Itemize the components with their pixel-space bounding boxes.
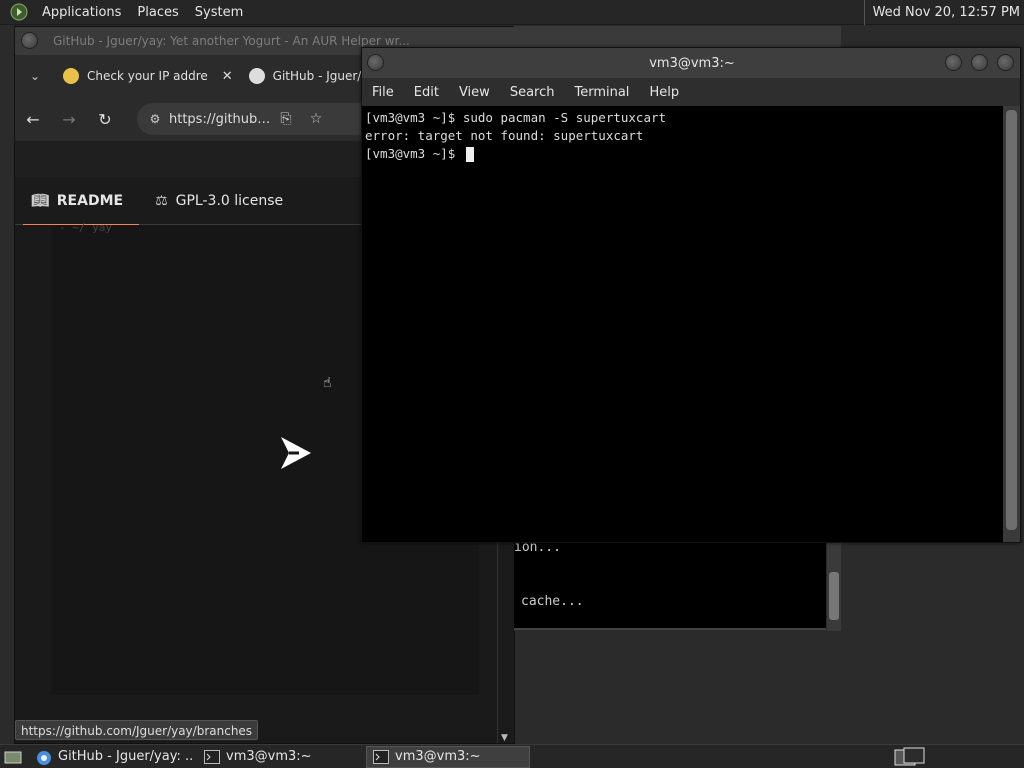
menu-help[interactable]: Help [639,85,689,100]
back-icon[interactable]: ← [15,110,51,129]
chromium-icon [36,750,52,765]
terminal-screen[interactable]: [vm3@vm3 ~]$ sudo pacman -S supertuxcart… [362,106,1005,542]
distro-logo-icon[interactable] [9,2,29,22]
workspace-switcher-icon[interactable] [894,747,926,767]
tab-search-chevron-icon[interactable]: ⌄ [15,69,55,83]
terminal-menubar: File Edit View Search Terminal Help [362,78,1020,106]
system-menu[interactable]: System [187,0,251,25]
terminal-back-line: cache... [521,594,584,609]
window-controls [945,54,1014,71]
terminal-prompt-line: [vm3@vm3 ~]$ [365,145,1002,163]
applications-menu[interactable]: Applications [34,0,129,25]
minimize-button[interactable] [945,54,962,71]
tab-readme[interactable]: 📖︎ README [15,177,140,226]
terminal-line: error: target not found: supertuxcart [365,128,644,143]
tab-github[interactable]: GitHub - Jguer/ [241,55,370,97]
window-menu-button[interactable] [21,32,38,49]
tab-license-label: GPL-3.0 license [175,192,284,209]
terminal-scrollbar[interactable] [1003,106,1020,542]
tab-check-ip[interactable]: Check your IP addre ✕ [55,55,241,97]
close-button[interactable] [997,54,1014,71]
menu-search[interactable]: Search [500,85,565,100]
terminal-icon [204,749,220,764]
show-desktop-icon[interactable] [0,745,26,768]
site-info-icon[interactable]: ⚙ [141,112,169,126]
terminal-titlebar[interactable]: vm3@vm3:~ [362,48,1020,78]
places-menu[interactable]: Places [129,0,186,25]
tab-license[interactable]: ⚖ GPL-3.0 license [139,177,299,225]
terminal-window: vm3@vm3:~ File Edit View Search Terminal… [361,47,1021,543]
desktop: Applications Places System Wed Nov 20, 1… [0,0,1024,768]
menu-edit[interactable]: Edit [404,85,449,100]
code-snippet: - ~/ yay [59,221,112,234]
terminal-window-title: vm3@vm3:~ [649,56,735,71]
terminal-prompt: [vm3@vm3 ~]$ [365,146,463,161]
taskbar-label: vm3@vm3:~ [226,749,312,764]
bookmark-star-icon[interactable]: ☆ [301,111,331,127]
taskbar-item-browser[interactable]: GitHub - Jguer/yay: ... [30,746,194,768]
menu-view[interactable]: View [449,85,500,100]
taskbar-item-terminal-2[interactable]: vm3@vm3:~ [366,745,530,768]
top-panel: Applications Places System Wed Nov 20, 1… [0,0,1024,25]
taskbar-label: GitHub - Jguer/yay: ... [58,749,194,764]
book-icon: 📖︎ [31,192,49,209]
hand-cursor-icon: ☝ [323,375,332,391]
tab-readme-label: README [56,192,124,209]
install-app-icon[interactable]: ⎘ [271,111,301,127]
forward-icon[interactable]: → [51,110,87,129]
tab-label: GitHub - Jguer/ [272,69,362,83]
taskbar-label: vm3@vm3:~ [395,749,481,764]
github-icon [248,68,265,84]
close-tab-icon[interactable]: ✕ [222,69,233,84]
favicon-ip-icon [63,68,79,84]
scroll-thumb[interactable] [829,572,839,620]
asciinema-play-icon[interactable] [279,435,313,471]
terminal-icon [373,749,389,764]
maximize-button[interactable] [971,54,988,71]
scroll-thumb[interactable] [1006,110,1017,530]
bottom-panel: GitHub - Jguer/yay: ... vm3@vm3:~ vm3@vm… [0,744,1024,768]
scale-icon: ⚖ [155,192,168,209]
taskbar-item-terminal-1[interactable]: vm3@vm3:~ [198,746,362,768]
menu-terminal[interactable]: Terminal [564,85,639,100]
tab-label: Check your IP addre [87,69,208,83]
terminal-line: [vm3@vm3 ~]$ sudo pacman -S supertuxcart [365,110,667,125]
browser-window-title: GitHub - Jguer/yay: Yet another Yogurt -… [53,34,410,48]
clock[interactable]: Wed Nov 20, 12:57 PM [863,0,1024,25]
reload-icon[interactable]: ↻ [87,110,123,129]
url-text[interactable]: https://github.com [169,112,271,127]
menu-file[interactable]: File [362,85,404,100]
scroll-down-icon[interactable]: ▼ [501,733,508,743]
text-cursor [465,147,474,162]
status-url: https://github.com/Jguer/yay/branches [15,720,259,740]
